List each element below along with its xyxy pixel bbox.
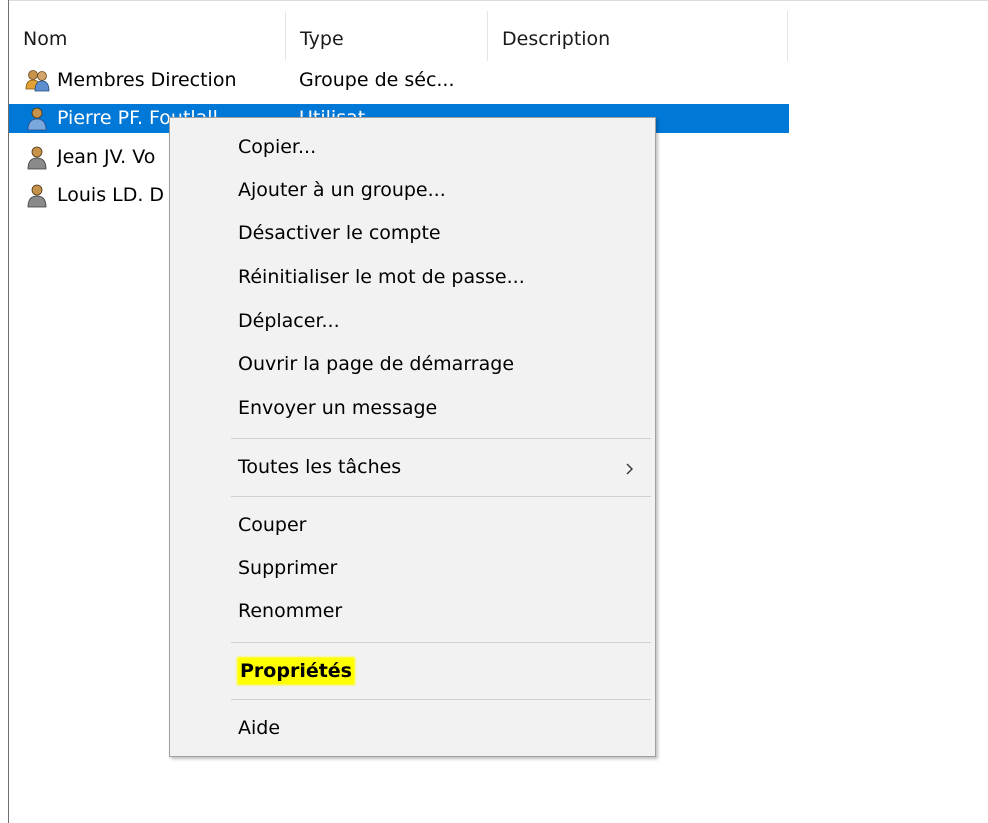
item-name: Membres Direction [57, 69, 237, 91]
menu-separator [231, 496, 651, 497]
user-icon [27, 184, 47, 208]
context-menu: Copier... Ajouter à un groupe... Désacti… [169, 117, 656, 757]
group-icon [25, 70, 50, 92]
menu-item-supprimer[interactable]: Supprimer [238, 553, 337, 583]
menu-item-copier[interactable]: Copier... [238, 132, 316, 162]
menu-item-couper[interactable]: Couper [238, 510, 307, 540]
menu-separator [231, 438, 651, 439]
list-header: Nom Type Description [9, 1, 988, 61]
user-icon [27, 146, 47, 170]
menu-item-ajouter-groupe[interactable]: Ajouter à un groupe... [238, 175, 446, 205]
menu-item-desactiver-compte[interactable]: Désactiver le compte [238, 218, 441, 248]
menu-item-reinitialiser-mot-de-passe[interactable]: Réinitialiser le mot de passe... [238, 262, 525, 292]
item-type: Groupe de séc... [299, 69, 455, 91]
menu-item-renommer[interactable]: Renommer [238, 596, 342, 626]
menu-separator [231, 642, 651, 643]
menu-item-envoyer-message[interactable]: Envoyer un message [238, 393, 437, 423]
column-header-name[interactable]: Nom [9, 1, 285, 61]
column-header-description[interactable]: Description [488, 1, 786, 61]
menu-item-proprietes[interactable]: Propriétés [238, 656, 354, 686]
submenu-arrow-icon [626, 463, 633, 475]
column-divider[interactable] [787, 11, 788, 61]
menu-item-deplacer[interactable]: Déplacer... [238, 306, 340, 336]
menu-item-toutes-les-taches[interactable]: Toutes les tâches [238, 452, 401, 482]
column-header-type[interactable]: Type [286, 1, 486, 61]
user-icon [27, 107, 47, 131]
menu-item-aide[interactable]: Aide [238, 713, 280, 743]
list-item[interactable]: Membres Direction Groupe de séc... [9, 66, 789, 95]
menu-item-ouvrir-page-demarrage[interactable]: Ouvrir la page de démarrage [238, 349, 514, 379]
menu-separator [231, 699, 651, 700]
menu-item-proprietes-label: Propriétés [238, 658, 354, 684]
